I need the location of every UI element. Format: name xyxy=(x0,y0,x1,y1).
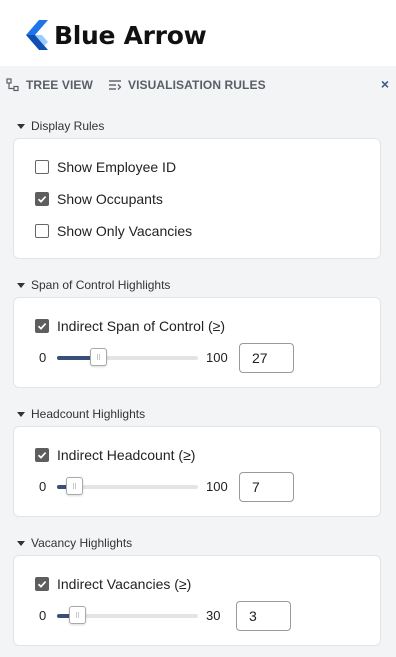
section-headcount-title: Headcount Highlights xyxy=(31,407,146,421)
section-span-of-control[interactable]: Span of Control Highlights xyxy=(0,275,396,295)
tab-tree-view-label: TREE VIEW xyxy=(26,78,93,92)
indirect-vacancies-option[interactable]: Indirect Vacancies (≥) xyxy=(35,576,191,592)
caret-down-icon xyxy=(17,411,25,417)
indirect-span-label: Indirect Span of Control (≥) xyxy=(57,318,225,334)
app-header: Blue Arrow xyxy=(0,0,396,66)
vacancy-slider-max: 30 xyxy=(206,608,221,623)
vacancy-slider-thumb[interactable] xyxy=(69,606,87,624)
tree-view-icon xyxy=(6,78,19,92)
caret-down-icon xyxy=(17,540,25,546)
headcount-slider-min: 0 xyxy=(39,479,47,494)
section-headcount[interactable]: Headcount Highlights xyxy=(0,404,396,424)
indirect-headcount-label: Indirect Headcount (≥) xyxy=(57,447,196,463)
checkmark-icon xyxy=(37,452,47,459)
span-slider-thumb[interactable] xyxy=(90,348,108,366)
caret-down-icon xyxy=(17,123,25,129)
vacancy-value-input[interactable] xyxy=(236,601,291,631)
headcount-slider-track[interactable] xyxy=(57,477,198,495)
indirect-headcount-option[interactable]: Indirect Headcount (≥) xyxy=(35,447,195,463)
close-panel-icon[interactable]: × xyxy=(381,76,389,92)
vacancy-card: Indirect Vacancies (≥) 0 30 xyxy=(13,555,381,646)
brand-name: Blue Arrow xyxy=(54,20,207,50)
vacancy-slider-min: 0 xyxy=(39,608,47,623)
headcount-card: Indirect Headcount (≥) 0 100 xyxy=(13,426,381,517)
tab-tree-view[interactable]: TREE VIEW xyxy=(6,77,93,93)
tab-visualisation-rules-label: VISUALISATION RULES xyxy=(128,78,266,92)
indirect-vacancies-checkbox[interactable] xyxy=(35,577,49,591)
vacancy-slider-track[interactable] xyxy=(57,606,198,624)
visualisation-rules-icon xyxy=(109,80,122,90)
show-employee-id-checkbox[interactable] xyxy=(35,160,49,174)
span-slider-min: 0 xyxy=(39,350,47,365)
checkmark-icon xyxy=(37,196,47,203)
caret-down-icon xyxy=(17,282,25,288)
span-value-input[interactable] xyxy=(239,343,294,373)
display-rules-card: Show Employee ID Show Occupants Show Onl… xyxy=(13,138,381,259)
brand-logo[interactable]: Blue Arrow xyxy=(26,19,207,51)
panel-tabbar: TREE VIEW VISUALISATION RULES × xyxy=(0,66,396,104)
section-display-rules[interactable]: Display Rules xyxy=(0,116,396,136)
blue-arrow-logo-icon xyxy=(26,20,48,50)
indirect-span-checkbox[interactable] xyxy=(35,319,49,333)
tab-visualisation-rules[interactable]: VISUALISATION RULES xyxy=(108,77,266,93)
span-of-control-card: Indirect Span of Control (≥) 0 100 xyxy=(13,297,381,388)
checkmark-icon xyxy=(37,323,47,330)
show-occupants-label: Show Occupants xyxy=(57,191,163,207)
show-only-vacancies-checkbox[interactable] xyxy=(35,224,49,238)
span-slider-max: 100 xyxy=(206,350,228,365)
show-occupants-option[interactable]: Show Occupants xyxy=(35,191,163,207)
headcount-value-input[interactable] xyxy=(239,472,294,502)
show-only-vacancies-label: Show Only Vacancies xyxy=(57,223,193,239)
show-employee-id-label: Show Employee ID xyxy=(57,159,177,175)
show-occupants-checkbox[interactable] xyxy=(35,192,49,206)
span-slider-track[interactable] xyxy=(57,348,198,366)
headcount-slider-thumb[interactable] xyxy=(65,477,83,495)
checkmark-icon xyxy=(37,581,47,588)
indirect-span-option[interactable]: Indirect Span of Control (≥) xyxy=(35,318,225,334)
section-vacancy[interactable]: Vacancy Highlights xyxy=(0,533,396,553)
headcount-slider-max: 100 xyxy=(206,479,228,494)
show-employee-id-option[interactable]: Show Employee ID xyxy=(35,159,176,175)
section-span-of-control-title: Span of Control Highlights xyxy=(31,278,171,292)
section-vacancy-title: Vacancy Highlights xyxy=(31,536,133,550)
section-display-rules-title: Display Rules xyxy=(31,119,105,133)
indirect-headcount-checkbox[interactable] xyxy=(35,448,49,462)
show-only-vacancies-option[interactable]: Show Only Vacancies xyxy=(35,223,192,239)
indirect-vacancies-label: Indirect Vacancies (≥) xyxy=(57,576,192,592)
